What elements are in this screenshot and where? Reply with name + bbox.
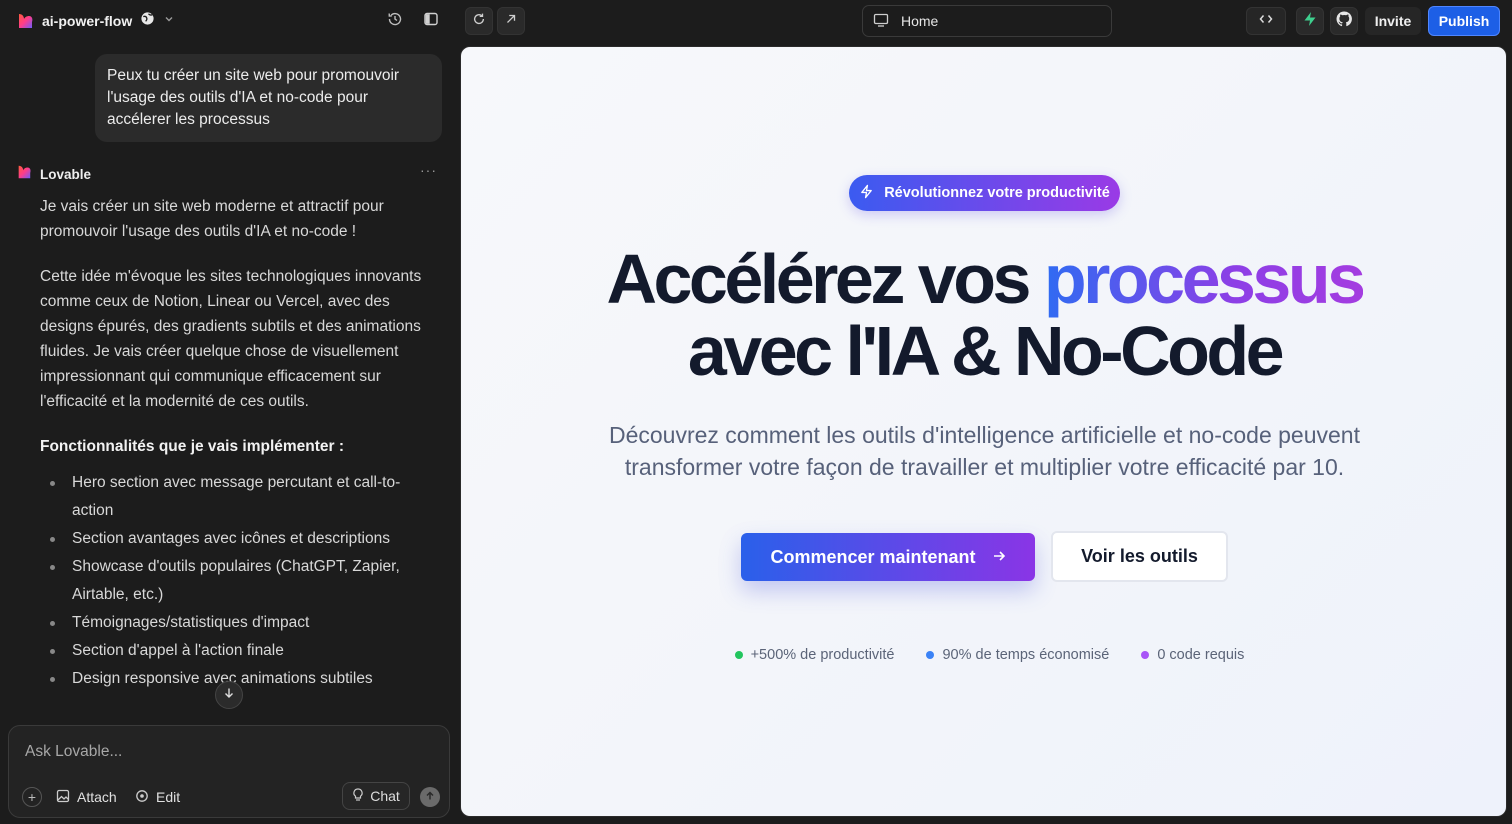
refresh-icon	[472, 12, 486, 31]
publish-button[interactable]: Publish	[1428, 6, 1500, 36]
arrow-down-icon	[223, 686, 235, 704]
stat-label: 0 code requis	[1157, 647, 1245, 663]
stat-item: +500% de productivité	[734, 647, 895, 663]
toggle-sidebar-button[interactable]	[417, 7, 445, 35]
attach-button[interactable]: Attach	[56, 785, 117, 809]
lightning-icon	[859, 184, 874, 203]
get-started-button[interactable]: Commencer maintenant	[741, 533, 1035, 581]
chat-mode-button[interactable]: Chat	[342, 782, 410, 810]
hero-subtitle: Découvrez comment les outils d'intellige…	[608, 422, 1360, 480]
hero-title: Accélérez vos processus avec l'IA & No-C…	[461, 240, 1506, 390]
monitor-icon	[873, 13, 889, 30]
features-list: Hero section avec message percutant et c…	[40, 469, 436, 693]
chat-panel: Peux tu créer un site web pour promouvoi…	[0, 42, 460, 824]
code-view-button[interactable]	[1246, 7, 1286, 35]
hero-title-part: Accélérez vos	[606, 240, 1044, 318]
supabase-button[interactable]	[1296, 7, 1324, 35]
hero-stats: +500% de productivité 90% de temps écono…	[461, 647, 1506, 663]
blue-dot-icon	[926, 651, 935, 659]
lovable-logo-icon	[16, 164, 32, 185]
sidebar-icon	[423, 11, 439, 32]
current-page-label: Home	[901, 13, 939, 29]
edit-label: Edit	[156, 789, 181, 805]
list-item: Témoignages/statistiques d'impact	[40, 609, 436, 637]
stat-label: 90% de temps économisé	[942, 647, 1110, 663]
hero-title-line2: avec l'IA & No-Code	[687, 312, 1285, 390]
more-options-icon[interactable]: ···	[420, 162, 437, 178]
scroll-to-bottom-button[interactable]	[215, 681, 243, 709]
refresh-preview-button[interactable]	[465, 7, 493, 35]
plus-icon: +	[27, 789, 37, 805]
top-bar: ai-power-flow Home Invite Publish	[0, 0, 1512, 42]
assistant-message: Je vais créer un site web moderne et att…	[40, 194, 436, 693]
hero-title-highlight: processus	[1043, 240, 1366, 318]
lightbulb-icon	[352, 787, 364, 805]
history-button[interactable]	[381, 7, 409, 35]
list-item: Hero section avec message percutant et c…	[40, 469, 436, 525]
chat-input[interactable]	[25, 740, 425, 764]
get-started-label: Commencer maintenant	[770, 546, 976, 567]
edit-button[interactable]: Edit	[135, 785, 180, 809]
chat-composer: + Attach Edit Chat	[8, 725, 450, 818]
view-tools-button[interactable]: Voir les outils	[1051, 531, 1228, 582]
site-preview: Révolutionnez votre productivité Accélér…	[460, 46, 1507, 817]
image-icon	[56, 789, 70, 806]
assistant-name: Lovable	[40, 167, 92, 182]
purple-dot-icon	[1141, 651, 1150, 659]
stat-label: +500% de productivité	[750, 647, 895, 663]
github-icon	[1336, 10, 1352, 32]
badge-label: Révolutionnez votre productivité	[884, 185, 1110, 201]
invite-button[interactable]: Invite	[1365, 7, 1421, 35]
open-new-tab-button[interactable]	[497, 7, 525, 35]
stat-item: 0 code requis	[1141, 647, 1244, 663]
chevron-down-icon	[163, 12, 175, 30]
supabase-icon	[1302, 11, 1318, 32]
list-item: Showcase d'outils populaires (ChatGPT, Z…	[40, 553, 436, 609]
project-name: ai-power-flow	[42, 13, 133, 29]
assistant-paragraph: Cette idée m'évoque les sites technologi…	[40, 268, 422, 410]
page-selector[interactable]: Home	[862, 5, 1112, 37]
list-item: Section d'appel à l'action finale	[40, 637, 436, 665]
github-button[interactable]	[1330, 7, 1358, 35]
code-icon	[1259, 12, 1273, 30]
assistant-header: Lovable	[16, 164, 91, 185]
globe-icon	[140, 11, 155, 31]
green-dot-icon	[734, 651, 743, 659]
send-button[interactable]	[420, 787, 440, 807]
chat-mode-label: Chat	[370, 788, 400, 804]
attach-label: Attach	[77, 789, 117, 805]
features-heading: Fonctionnalités que je vais implémenter …	[40, 438, 345, 455]
hero-badge: Révolutionnez votre productivité	[849, 175, 1120, 211]
target-icon	[135, 789, 149, 806]
assistant-paragraph: Je vais créer un site web moderne et att…	[40, 198, 384, 240]
arrow-up-right-icon	[504, 12, 518, 31]
project-switcher[interactable]: ai-power-flow	[16, 10, 175, 32]
arrow-right-icon	[992, 547, 1006, 568]
arrow-up-icon	[425, 788, 435, 806]
user-message: Peux tu créer un site web pour promouvoi…	[95, 54, 442, 142]
list-item: Section avantages avec icônes et descrip…	[40, 525, 436, 553]
stat-item: 90% de temps économisé	[926, 647, 1109, 663]
lovable-logo-icon	[16, 12, 34, 30]
history-icon	[387, 11, 403, 32]
add-button[interactable]: +	[22, 787, 42, 807]
